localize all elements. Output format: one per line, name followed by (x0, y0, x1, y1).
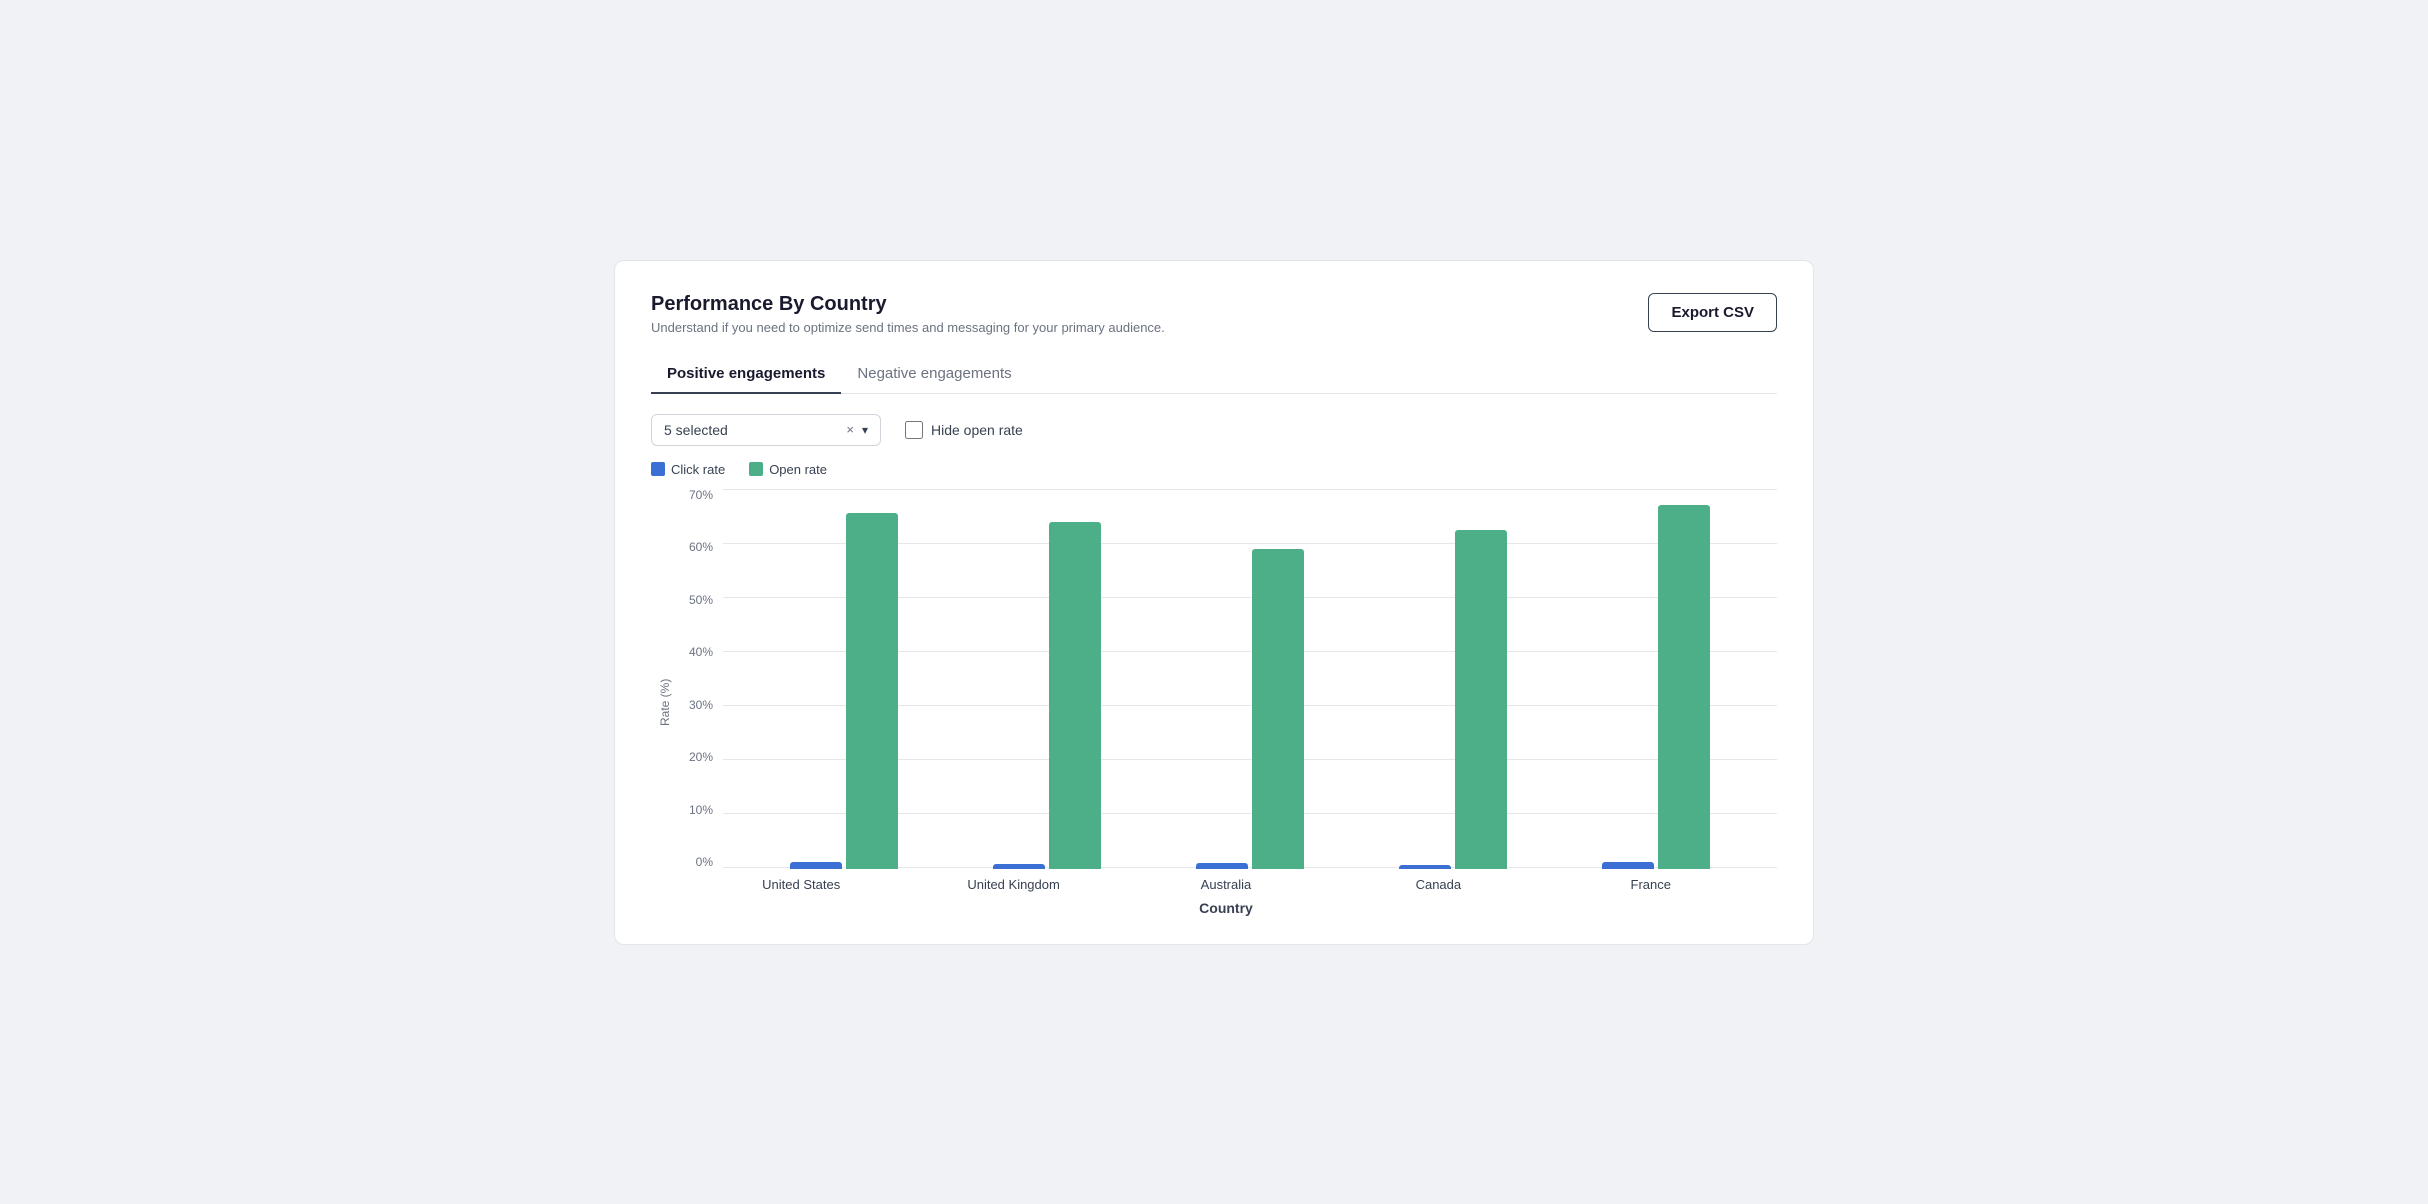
chart-area: 0%10%20%30%40%50%60%70% United StatesUni… (675, 489, 1777, 916)
card-title: Performance By Country (651, 293, 1165, 316)
performance-by-country-card: Performance By Country Understand if you… (614, 260, 1814, 945)
bar-group (1576, 505, 1736, 869)
tab-negative-engagements[interactable]: Negative engagements (841, 355, 1027, 394)
y-tick: 60% (689, 541, 713, 553)
card-subtitle: Understand if you need to optimize send … (651, 320, 1165, 335)
y-tick: 0% (696, 856, 713, 868)
bars-area (723, 489, 1777, 869)
tab-positive-engagements[interactable]: Positive engagements (651, 355, 841, 394)
open-rate-bar (1252, 549, 1304, 869)
controls-row: 5 selected × ▾ Hide open rate (651, 414, 1777, 446)
y-tick: 50% (689, 594, 713, 606)
y-tick: 40% (689, 646, 713, 658)
legend-open-rate: Open rate (749, 462, 827, 477)
y-axis-ticks: 0% 10% 20% 30% 40% 50% 60% 70% (675, 489, 723, 869)
click-rate-bar (1602, 862, 1654, 869)
hide-open-rate-text: Hide open rate (931, 422, 1023, 438)
bar-group (1170, 549, 1330, 869)
click-rate-bar (1196, 863, 1248, 869)
x-axis-label: United Kingdom (934, 877, 1094, 892)
open-rate-bar (846, 513, 898, 869)
legend-open-label: Open rate (769, 462, 827, 477)
tabs-container: Positive engagements Negative engagement… (651, 355, 1777, 394)
export-csv-button[interactable]: Export CSV (1648, 293, 1777, 332)
x-axis-label: France (1571, 877, 1731, 892)
hide-open-rate-label[interactable]: Hide open rate (905, 421, 1023, 439)
x-axis-label: Australia (1146, 877, 1306, 892)
x-axis: United States United Kingdom Australia Cana… (675, 877, 1777, 892)
x-axis-label: Canada (1358, 877, 1518, 892)
x-axis-label: United States (721, 877, 881, 892)
chart-wrapper: Rate (%) 0% 10% 20% 30% 40% 50% 60% 70% United … (651, 489, 1777, 916)
chevron-down-icon: ▾ (862, 423, 868, 437)
dropdown-selected-text: 5 selected (664, 422, 838, 438)
legend-click-dot (651, 462, 665, 476)
bars-container (723, 489, 1777, 869)
title-block: Performance By Country Understand if you… (651, 293, 1165, 335)
open-rate-bar (1455, 530, 1507, 869)
click-rate-bar (993, 864, 1045, 869)
x-axis-title: Country (675, 900, 1777, 916)
country-filter-dropdown[interactable]: 5 selected × ▾ (651, 414, 881, 446)
legend-click-label: Click rate (671, 462, 725, 477)
hide-open-rate-checkbox[interactable] (905, 421, 923, 439)
y-tick: 10% (689, 804, 713, 816)
click-rate-bar (790, 862, 842, 869)
click-rate-bar (1399, 865, 1451, 869)
legend-open-dot (749, 462, 763, 476)
bar-group (1373, 530, 1533, 869)
dropdown-clear-button[interactable]: × (846, 422, 854, 437)
open-rate-bar (1658, 505, 1710, 869)
y-tick: 30% (689, 699, 713, 711)
chart-legend: Click rate Open rate (651, 462, 1777, 477)
legend-click-rate: Click rate (651, 462, 725, 477)
y-tick: 70% (689, 489, 713, 501)
header-row: Performance By Country Understand if you… (651, 293, 1777, 335)
bar-group (764, 513, 924, 869)
open-rate-bar (1049, 522, 1101, 869)
chart-inner: 0% 10% 20% 30% 40% 50% 60% 70% (675, 489, 1777, 869)
bar-group (967, 522, 1127, 869)
y-axis-label: Rate (%) (651, 489, 675, 916)
y-tick: 20% (689, 751, 713, 763)
